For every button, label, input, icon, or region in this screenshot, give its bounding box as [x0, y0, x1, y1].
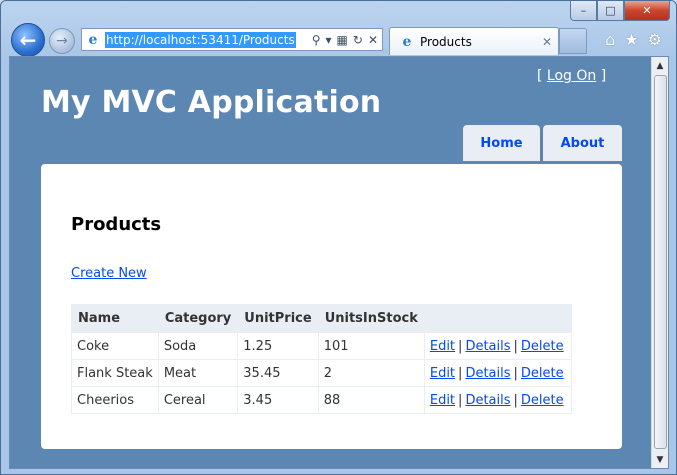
new-tab-button[interactable] — [559, 28, 587, 54]
menu-item-home[interactable]: Home — [463, 125, 540, 161]
edit-link[interactable]: Edit — [430, 366, 455, 381]
address-bar-icons: ⚲ ▾ ▦ ↻ ✕ — [312, 33, 382, 47]
browser-window: – □ ✕ ← → e http://localhost:53411/Produ… — [0, 0, 677, 475]
cell-unitsinstock: 88 — [317, 386, 425, 414]
forward-arrow-icon: → — [56, 33, 68, 49]
create-new-link[interactable]: Create New — [71, 266, 147, 281]
scroll-up-arrow-icon[interactable]: ▲ — [652, 57, 668, 74]
cell-unitprice: 35.45 — [237, 359, 319, 387]
tools-gear-icon[interactable]: ⚙ — [648, 30, 662, 49]
main-menu: Home About — [463, 125, 622, 161]
refresh-icon[interactable]: ↻ — [353, 33, 363, 47]
action-separator: | — [513, 338, 518, 354]
scroll-down-arrow-icon[interactable]: ▼ — [652, 451, 668, 468]
action-separator: | — [458, 365, 463, 381]
scrollbar-thumb[interactable] — [654, 75, 667, 449]
address-url[interactable]: http://localhost:53411/Products — [105, 31, 296, 48]
minimize-button[interactable]: – — [570, 1, 597, 21]
column-header-unitsinstock: UnitsInStock — [317, 304, 425, 333]
column-header-name: Name — [71, 304, 159, 333]
table-row: Cheerios Cereal 3.45 88 Edit | Details | Del… — [71, 386, 572, 414]
close-icon: ✕ — [642, 4, 652, 17]
edit-link[interactable]: Edit — [430, 339, 455, 354]
cell-name: Coke — [71, 332, 159, 360]
cell-name: Cheerios — [71, 386, 159, 414]
stop-icon[interactable]: ✕ — [368, 33, 378, 47]
tab-close-icon[interactable]: ✕ — [542, 35, 552, 49]
logon-link[interactable]: Log On — [547, 68, 596, 84]
details-link[interactable]: Details — [465, 393, 510, 408]
window-controls: – □ ✕ — [570, 1, 670, 21]
cell-category: Cereal — [157, 386, 239, 414]
ie-tab-icon: e — [402, 33, 412, 50]
forward-button[interactable]: → — [49, 28, 75, 54]
site-title: My MVC Application — [41, 85, 382, 120]
table-header-row: Name Category UnitPrice UnitsInStock — [71, 304, 572, 333]
logon-open-bracket: [ — [537, 68, 543, 84]
delete-link[interactable]: Delete — [521, 366, 564, 381]
cell-actions: Edit | Details | Delete — [423, 332, 572, 360]
column-header-unitprice: UnitPrice — [237, 304, 319, 333]
logon-display: [ Log On ] — [537, 68, 606, 84]
command-icons: ⌂ ★ ⚙ — [605, 30, 662, 49]
cell-unitsinstock: 101 — [317, 332, 425, 360]
ie-page-icon: e — [88, 31, 98, 48]
details-link[interactable]: Details — [465, 339, 510, 354]
logon-close-bracket: ] — [600, 68, 607, 84]
maximize-icon: □ — [605, 4, 616, 17]
tab-title: Products — [420, 34, 472, 49]
cell-unitsinstock: 2 — [317, 359, 425, 387]
tab-products[interactable]: e Products ✕ — [389, 27, 559, 55]
delete-link[interactable]: Delete — [521, 393, 564, 408]
table-row: Coke Soda 1.25 101 Edit | Details | Delete — [71, 332, 572, 360]
minimize-icon: – — [580, 4, 587, 17]
cell-unitprice: 3.45 — [237, 386, 319, 414]
cell-category: Soda — [157, 332, 239, 360]
table-row: Flank Steak Meat 35.45 2 Edit | Details | De… — [71, 359, 572, 387]
column-header-actions — [423, 304, 572, 333]
action-separator: | — [513, 392, 518, 408]
page-title: Products — [71, 214, 162, 235]
cell-category: Meat — [157, 359, 239, 387]
cell-actions: Edit | Details | Delete — [423, 359, 572, 387]
details-link[interactable]: Details — [465, 366, 510, 381]
cell-unitprice: 1.25 — [237, 332, 319, 360]
dropdown-arrow-icon[interactable]: ▾ — [326, 33, 332, 47]
back-arrow-icon: ← — [19, 28, 37, 52]
action-separator: | — [513, 365, 518, 381]
action-separator: | — [458, 392, 463, 408]
menu-item-about[interactable]: About — [543, 125, 622, 161]
vertical-scrollbar[interactable]: ▲ ▼ — [651, 57, 668, 468]
cell-actions: Edit | Details | Delete — [423, 386, 572, 414]
delete-link[interactable]: Delete — [521, 339, 564, 354]
products-table: Name Category UnitPrice UnitsInStock Cok… — [71, 304, 572, 414]
maximize-button[interactable]: □ — [597, 1, 624, 21]
main-content: Products Create New Name Category UnitPr… — [41, 164, 622, 449]
close-button[interactable]: ✕ — [624, 1, 670, 21]
search-icon[interactable]: ⚲ — [312, 33, 321, 47]
address-bar[interactable]: e http://localhost:53411/Products ⚲ ▾ ▦ … — [81, 28, 383, 51]
back-button[interactable]: ← — [11, 23, 45, 57]
edit-link[interactable]: Edit — [430, 393, 455, 408]
favorites-star-icon[interactable]: ★ — [624, 30, 638, 49]
cell-name: Flank Steak — [71, 359, 159, 387]
compatibility-view-icon[interactable]: ▦ — [337, 33, 348, 47]
action-separator: | — [458, 338, 463, 354]
home-icon[interactable]: ⌂ — [605, 30, 615, 49]
column-header-category: Category — [157, 304, 239, 333]
page-viewport: [ Log On ] My MVC Application Home About… — [9, 56, 669, 469]
